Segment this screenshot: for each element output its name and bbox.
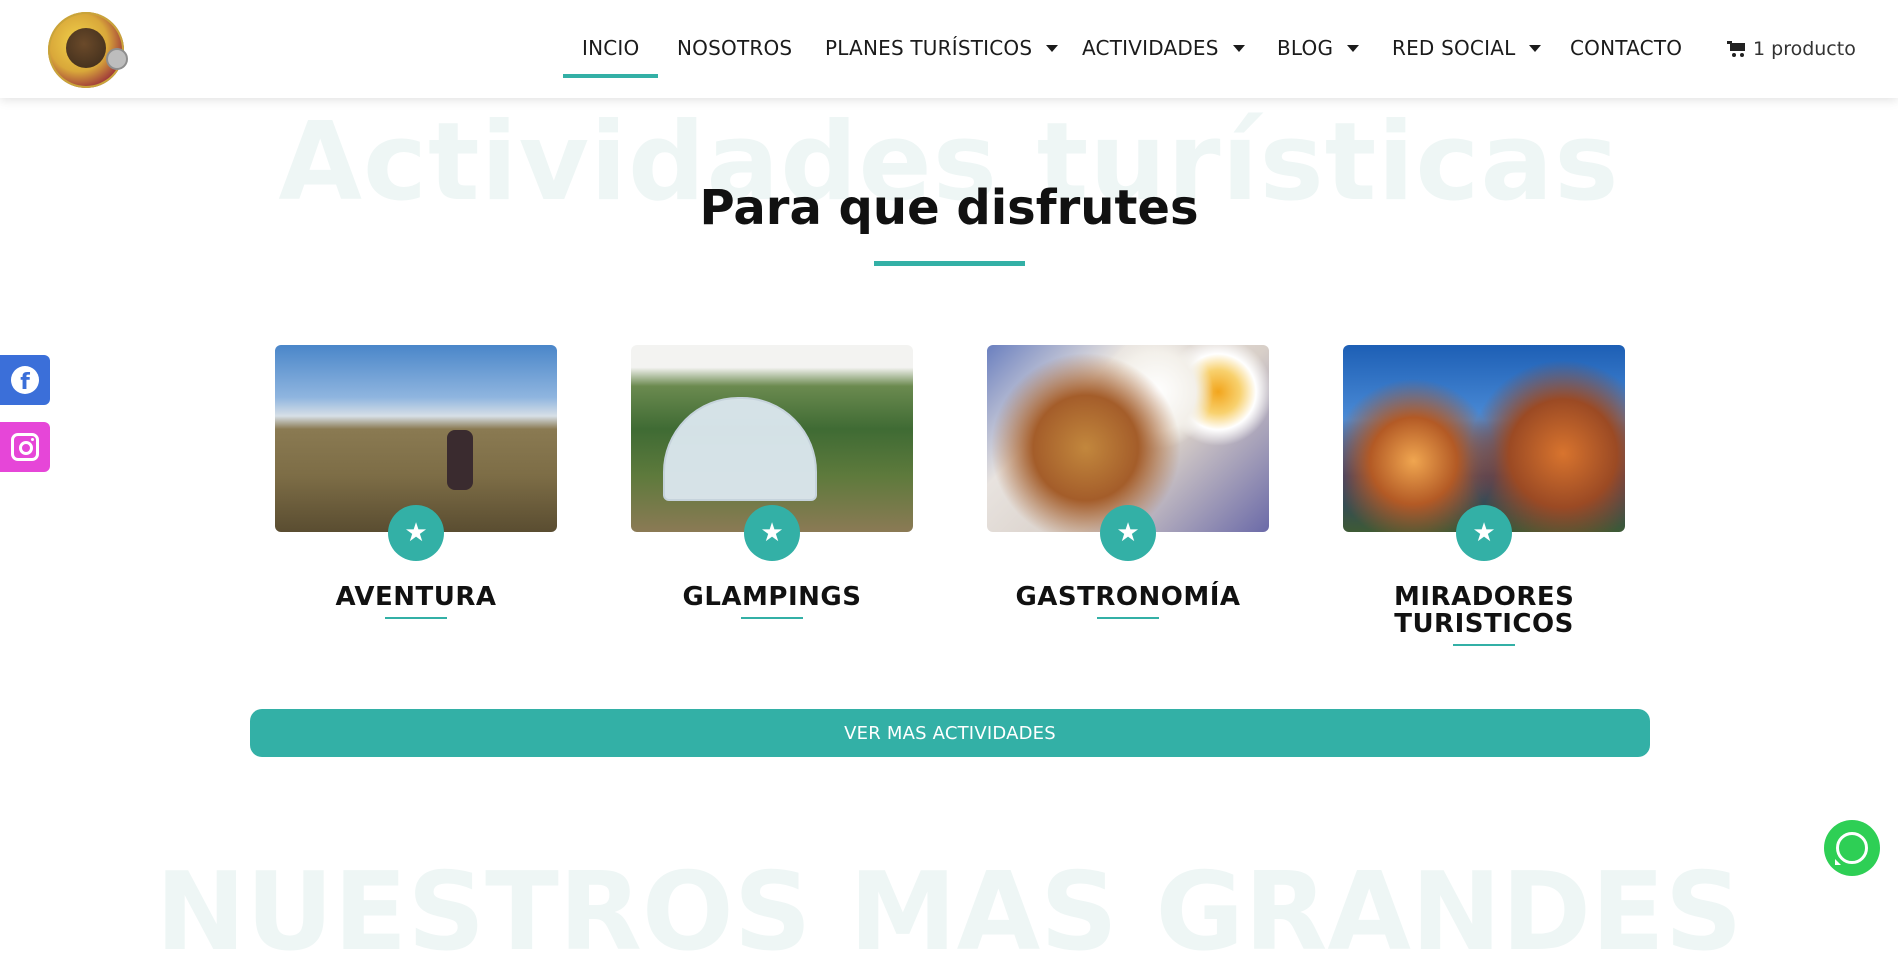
nav-item-inicio[interactable]: INCIO xyxy=(582,36,639,60)
whatsapp-button[interactable] xyxy=(1824,820,1880,876)
nav-label: RED SOCIAL xyxy=(1392,36,1516,60)
card-image[interactable] xyxy=(275,345,557,532)
active-nav-indicator xyxy=(563,74,658,78)
card-image[interactable] xyxy=(1343,345,1625,532)
card-title[interactable]: GASTRONOMÍA xyxy=(987,584,1269,611)
card-title[interactable]: MIRADORES TURISTICOS xyxy=(1394,584,1574,638)
cart-icon xyxy=(1727,41,1747,57)
star-icon: ★ xyxy=(744,505,800,561)
nav-label: BLOG xyxy=(1277,36,1334,60)
section-title: Para que disfrutes xyxy=(699,180,1199,236)
caret-down-icon xyxy=(1529,44,1542,52)
caret-down-icon xyxy=(1347,44,1360,52)
nav-label: NOSOTROS xyxy=(677,36,793,60)
nav-label: PLANES TURÍSTICOS xyxy=(825,36,1033,60)
card-title-underline xyxy=(1453,644,1515,646)
star-icon: ★ xyxy=(1456,505,1512,561)
activity-card-gastronomia[interactable]: ★ GASTRONOMÍA xyxy=(987,345,1269,619)
cart-label: 1 producto xyxy=(1753,38,1856,60)
nav-label: INCIO xyxy=(582,36,640,60)
activity-card-aventura[interactable]: ★ AVENTURA xyxy=(275,345,557,619)
nav-item-nosotros[interactable]: NOSOTROS xyxy=(677,36,792,60)
title-underline xyxy=(874,261,1025,266)
facebook-button[interactable]: f xyxy=(0,355,50,405)
facebook-icon: f xyxy=(11,366,39,394)
nav-item-planes-turisticos[interactable]: PLANES TURÍSTICOS xyxy=(825,36,1059,60)
site-header: INCIO NOSOTROS PLANES TURÍSTICOS ACTIVID… xyxy=(0,0,1898,98)
activity-card-miradores[interactable]: ★ MIRADORES TURISTICOS xyxy=(1343,345,1625,646)
star-icon: ★ xyxy=(1100,505,1156,561)
next-section-background-heading: NUESTROS MAS GRANDES xyxy=(155,850,1743,975)
caret-down-icon xyxy=(1232,44,1245,52)
cart-link[interactable]: 1 producto xyxy=(1727,38,1856,60)
ver-mas-actividades-button[interactable]: VER MAS ACTIVIDADES xyxy=(250,709,1650,757)
caret-down-icon xyxy=(1046,44,1059,52)
site-logo[interactable] xyxy=(48,12,128,88)
activity-card-glampings[interactable]: ★ GLAMPINGS xyxy=(631,345,913,619)
nav-label: ACTIVIDADES xyxy=(1082,36,1219,60)
card-image[interactable] xyxy=(631,345,913,532)
globe-icon xyxy=(66,28,106,68)
geodesic-dome xyxy=(663,397,817,501)
instagram-button[interactable] xyxy=(0,422,50,472)
nav-label: CONTACTO xyxy=(1570,36,1683,60)
whatsapp-icon xyxy=(1835,832,1868,865)
star-icon: ★ xyxy=(388,505,444,561)
instagram-icon xyxy=(11,433,39,461)
nav-item-red-social[interactable]: RED SOCIAL xyxy=(1392,36,1542,60)
nav-item-blog[interactable]: BLOG xyxy=(1277,36,1360,60)
card-title[interactable]: GLAMPINGS xyxy=(631,584,913,611)
nav-item-actividades[interactable]: ACTIVIDADES xyxy=(1082,36,1245,60)
card-title-underline xyxy=(1097,617,1159,619)
card-title-underline xyxy=(741,617,803,619)
nav-item-contacto[interactable]: CONTACTO xyxy=(1570,36,1682,60)
hiker-figure xyxy=(447,430,473,490)
medal-icon xyxy=(106,48,128,70)
card-title[interactable]: AVENTURA xyxy=(275,584,557,611)
card-image[interactable] xyxy=(987,345,1269,532)
card-title-underline xyxy=(385,617,447,619)
